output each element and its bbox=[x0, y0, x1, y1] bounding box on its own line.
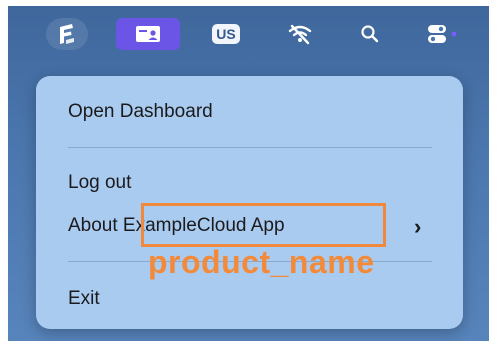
menu-separator bbox=[68, 147, 432, 148]
wifi-off-icon[interactable] bbox=[280, 18, 320, 50]
screen-share-icon[interactable] bbox=[116, 18, 180, 50]
chevron-right-icon: › bbox=[414, 214, 422, 239]
app-menu-icon[interactable] bbox=[46, 18, 88, 50]
keyboard-input-source[interactable]: US bbox=[204, 18, 248, 50]
menu-item-log-out[interactable]: Log out bbox=[68, 172, 131, 194]
menu-bar: US bbox=[8, 6, 489, 68]
menu-item-exit[interactable]: Exit bbox=[68, 288, 100, 310]
desktop-background: US Open Dashboard Log out About ExampleC… bbox=[8, 6, 489, 341]
product-name-annotation: product_name bbox=[148, 244, 375, 280]
menu-item-open-dashboard[interactable]: Open Dashboard bbox=[68, 101, 213, 123]
control-center-icon[interactable] bbox=[416, 18, 468, 50]
search-icon[interactable] bbox=[352, 18, 388, 50]
product-name-highlight bbox=[141, 203, 386, 247]
us-input-badge: US bbox=[212, 24, 240, 44]
